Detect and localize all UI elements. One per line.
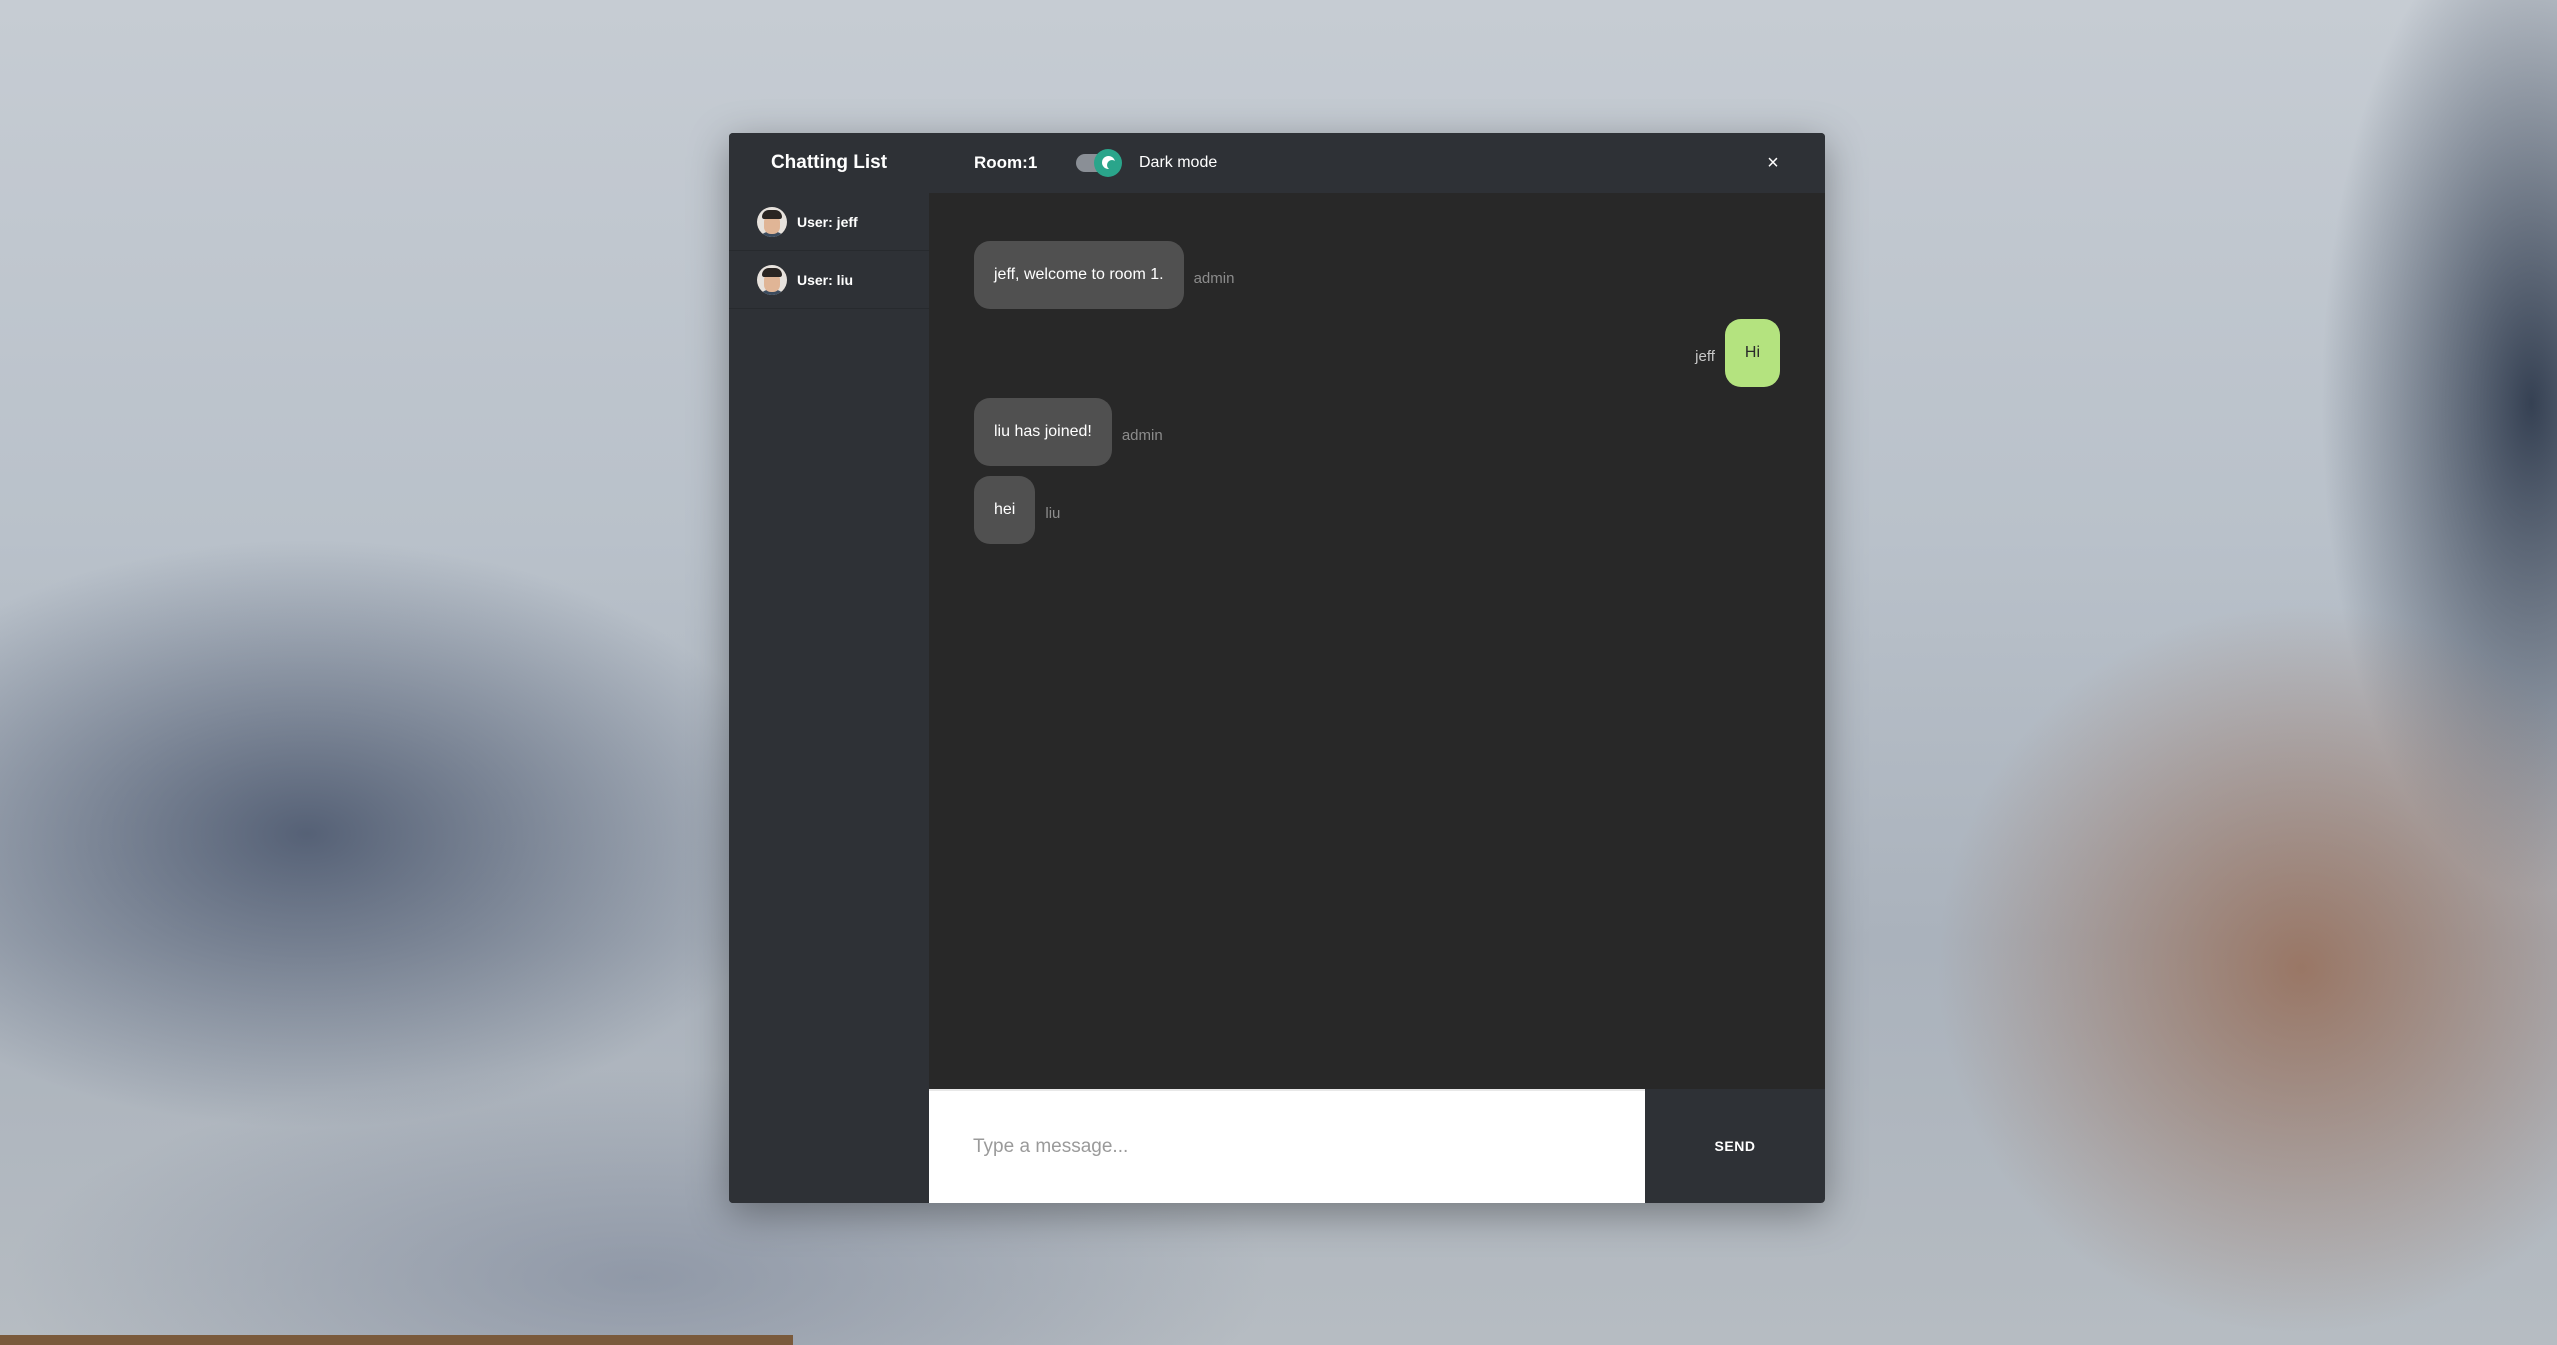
- message-bubble: jeff, welcome to room 1.: [974, 241, 1184, 309]
- room-title: Room:1: [974, 153, 1038, 172]
- chat-list-sidebar: Chatting List User: jeff User: liu: [729, 133, 929, 1203]
- message-sender: admin: [1121, 426, 1163, 444]
- user-item-liu[interactable]: User: liu: [729, 251, 929, 309]
- message-item: liu has joined! admin: [974, 398, 1163, 466]
- user-label: User: jeff: [797, 214, 858, 230]
- message-sender: admin: [1193, 269, 1235, 287]
- close-icon[interactable]: ×: [1761, 151, 1785, 175]
- taskbar-fragment: [0, 1335, 793, 1345]
- message-sender: jeff: [1695, 347, 1715, 365]
- avatar: [757, 265, 787, 295]
- message-item: jeff, welcome to room 1. admin: [974, 241, 1234, 309]
- dark-mode-toggle[interactable]: [1076, 149, 1124, 177]
- dark-mode-label: Dark mode: [1139, 154, 1218, 171]
- message-bubble: liu has joined!: [974, 398, 1112, 466]
- message-bubble: hei: [974, 476, 1036, 544]
- moon-icon: [1102, 156, 1117, 170]
- message-bubble: Hi: [1724, 319, 1780, 387]
- avatar: [757, 207, 787, 237]
- message-item: hei liu: [974, 476, 1060, 544]
- message-item-own: jeff Hi: [1695, 319, 1780, 387]
- sidebar-title: Chatting List: [770, 152, 888, 173]
- chat-window: Chatting List User: jeff User: liu Room:…: [729, 133, 1825, 1203]
- message-composer: SEND: [929, 1089, 1825, 1203]
- message-sender: liu: [1045, 504, 1061, 522]
- user-item-jeff[interactable]: User: jeff: [729, 193, 929, 251]
- user-label: User: liu: [797, 272, 854, 288]
- message-input[interactable]: [929, 1091, 1645, 1203]
- message-list: jeff, welcome to room 1. admin jeff Hi liu…: [929, 193, 1825, 1089]
- chat-header: Room:1 Dark mode ×: [929, 133, 1825, 193]
- toggle-knob: [1094, 149, 1122, 177]
- send-button[interactable]: SEND: [1645, 1089, 1825, 1203]
